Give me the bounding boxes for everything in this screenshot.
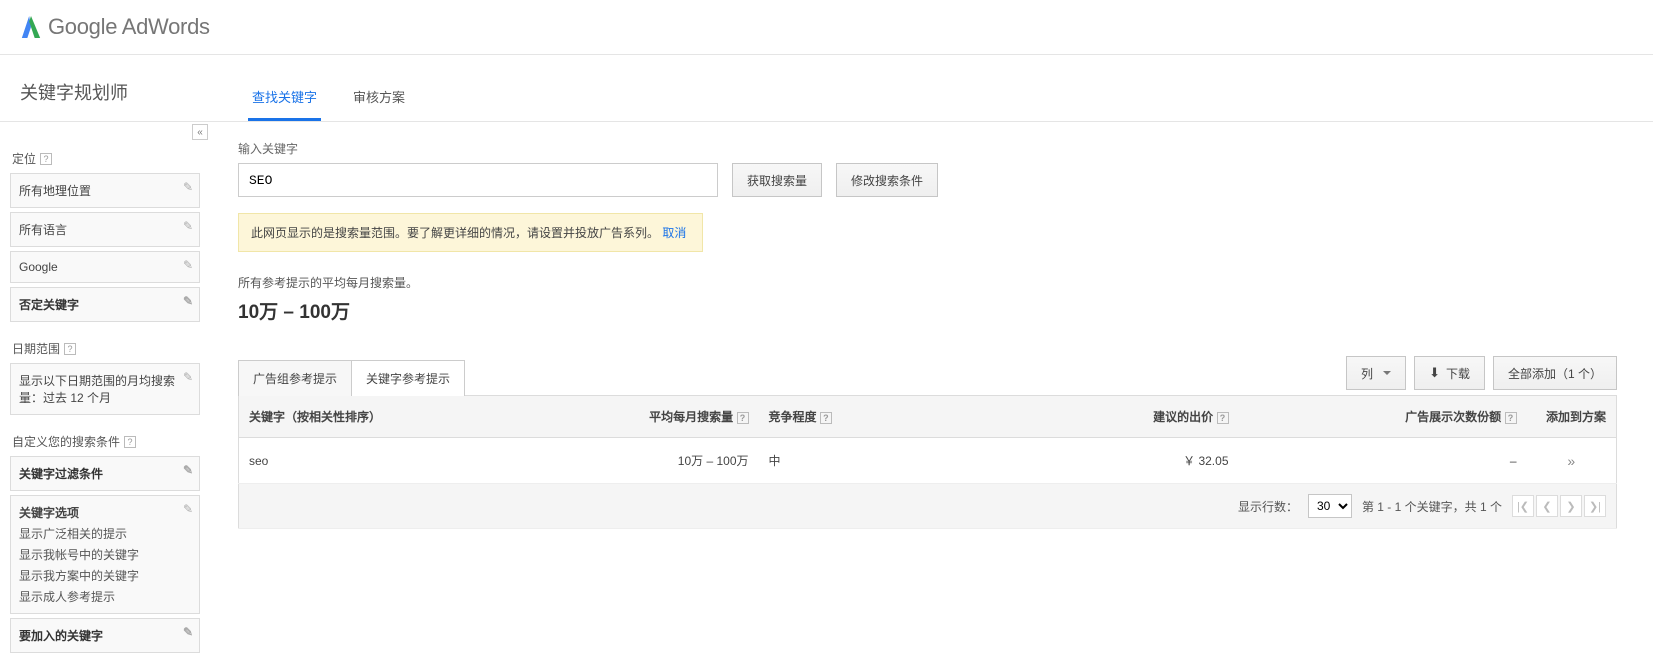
keyword-option-3: 显示我方案中的关键字 — [19, 567, 191, 584]
keyword-option-1: 显示广泛相关的提示 — [19, 525, 191, 542]
col-bid-text: 建议的出价 — [1153, 410, 1213, 424]
get-volume-button[interactable]: 获取搜索量 — [732, 163, 822, 197]
adwords-icon — [20, 14, 42, 40]
help-icon[interactable]: ? — [1505, 412, 1517, 424]
cell-avg: 10万 – 100万 — [599, 438, 759, 484]
rows-select[interactable]: 30 — [1308, 494, 1352, 518]
col-avg[interactable]: 平均每月搜索量 ? — [599, 396, 759, 438]
targeting-location-text: 所有地理位置 — [19, 184, 91, 198]
tab-review-plan[interactable]: 审核方案 — [349, 73, 409, 121]
col-impr[interactable]: 广告展示次数份额 ? — [1239, 396, 1527, 438]
include-keywords-card[interactable]: 要加入的关键字 ✎ — [10, 618, 200, 653]
targeting-network-text: Google — [19, 260, 58, 274]
targeting-label-text: 定位 — [12, 150, 36, 167]
keyword-table: 关键字（按相关性排序） 平均每月搜索量 ? 竞争程度 ? 建议的出价 ? 广告 — [238, 395, 1617, 529]
daterange-card[interactable]: 显示以下日期范围的月均搜索 量：过去 12 个月 ✎ — [10, 363, 200, 415]
tab-adgroup-ideas[interactable]: 广告组参考提示 — [238, 360, 352, 396]
cell-impr: – — [1239, 438, 1527, 484]
add-to-plan-icon: » — [1567, 453, 1575, 469]
col-add: 添加到方案 — [1527, 396, 1617, 438]
info-banner: 此网页显示的是搜索量范围。要了解更详细的情况，请设置并投放广告系列。 取消 — [238, 213, 703, 252]
result-tabs: 广告组参考提示 关键字参考提示 — [238, 360, 464, 396]
add-all-button[interactable]: 全部添加（1 个） — [1493, 356, 1617, 390]
negative-keywords[interactable]: 否定关键字 ✎ — [10, 287, 200, 322]
download-label: 下载 — [1446, 365, 1470, 382]
help-icon[interactable]: ? — [64, 343, 76, 355]
pencil-icon: ✎ — [183, 180, 193, 194]
cell-keyword: seo — [239, 438, 599, 484]
range-text: 第 1 - 1 个关键字，共 1 个 — [1362, 498, 1502, 515]
targeting-language[interactable]: 所有语言 ✎ — [10, 212, 200, 247]
brand-text: Google AdWords — [48, 14, 210, 40]
pencil-icon: ✎ — [183, 370, 193, 384]
avg-search-value: 10万 – 100万 — [238, 297, 1617, 324]
pencil-icon: ✎ — [183, 463, 193, 477]
download-icon: ⬇ — [1429, 365, 1440, 381]
col-keyword[interactable]: 关键字（按相关性排序） — [239, 396, 599, 438]
custom-label-text: 自定义您的搜索条件 — [12, 433, 120, 450]
help-icon[interactable]: ? — [40, 153, 52, 165]
targeting-location[interactable]: 所有地理位置 ✎ — [10, 173, 200, 208]
table-row: seo 10万 – 100万 中 ￥ 32.05 – » — [239, 438, 1617, 484]
daterange-line1: 显示以下日期范围的月均搜索 — [19, 374, 175, 388]
pencil-icon: ✎ — [183, 502, 193, 516]
keyword-options-card[interactable]: ✎ 关键字选项 显示广泛相关的提示 显示我帐号中的关键字 显示我方案中的关键字 … — [10, 495, 200, 614]
col-comp[interactable]: 竞争程度 ? — [759, 396, 1019, 438]
modify-search-button[interactable]: 修改搜索条件 — [836, 163, 938, 197]
section-targeting-label: 定位 ? — [12, 150, 200, 167]
avg-search-label: 所有参考提示的平均每月搜索量。 — [238, 274, 1617, 291]
rows-label: 显示行数： — [1238, 498, 1298, 515]
keyword-input[interactable] — [238, 163, 718, 197]
section-daterange-label: 日期范围 ? — [12, 340, 200, 357]
keyword-option-2: 显示我帐号中的关键字 — [19, 546, 191, 563]
include-keywords-text: 要加入的关键字 — [19, 629, 103, 643]
help-icon[interactable]: ? — [124, 436, 136, 448]
pager-last[interactable]: ❯| — [1584, 495, 1606, 517]
pencil-icon: ✎ — [183, 219, 193, 233]
col-bid[interactable]: 建议的出价 ? — [1019, 396, 1239, 438]
col-comp-text: 竞争程度 — [769, 410, 817, 424]
targeting-language-text: 所有语言 — [19, 223, 67, 237]
page-title: 关键字规划师 — [20, 55, 128, 121]
pencil-icon: ✎ — [183, 258, 193, 272]
table-footer: 显示行数： 30 第 1 - 1 个关键字，共 1 个 |❮ ❮ ❯ ❯| — [239, 484, 1617, 529]
content: 输入关键字 获取搜索量 修改搜索条件 此网页显示的是搜索量范围。要了解更详细的情… — [206, 122, 1653, 667]
help-icon[interactable]: ? — [1217, 412, 1229, 424]
subheader: 关键字规划师 查找关键字 审核方案 — [0, 55, 1653, 122]
col-impr-text: 广告展示次数份额 — [1405, 410, 1501, 424]
sidebar-collapse-button[interactable]: « — [192, 124, 208, 140]
keyword-option-4: 显示成人参考提示 — [19, 588, 191, 605]
targeting-network[interactable]: Google ✎ — [10, 251, 200, 283]
col-avg-text: 平均每月搜索量 — [649, 410, 733, 424]
brand-logo: Google AdWords — [20, 14, 210, 40]
keyword-input-label: 输入关键字 — [238, 140, 1617, 157]
tab-keyword-ideas[interactable]: 关键字参考提示 — [351, 360, 465, 396]
keyword-options-title: 关键字选项 — [19, 506, 79, 520]
section-custom-label: 自定义您的搜索条件 ? — [12, 433, 200, 450]
pencil-icon: ✎ — [183, 294, 193, 308]
sidebar: « 定位 ? 所有地理位置 ✎ 所有语言 ✎ Google ✎ 否定关键字 ✎ … — [0, 122, 206, 667]
keyword-filter-card[interactable]: 关键字过滤条件 ✎ — [10, 456, 200, 491]
help-icon[interactable]: ? — [820, 412, 832, 424]
cell-comp: 中 — [759, 438, 1019, 484]
app-header: Google AdWords — [0, 0, 1653, 55]
main-tabs: 查找关键字 审核方案 — [248, 73, 409, 121]
info-text: 此网页显示的是搜索量范围。要了解更详细的情况，请设置并投放广告系列。 — [251, 226, 659, 240]
daterange-line2: 量：过去 12 个月 — [19, 391, 111, 405]
pager: 显示行数： 30 第 1 - 1 个关键字，共 1 个 |❮ ❮ ❯ ❯| — [249, 494, 1606, 518]
help-icon[interactable]: ? — [737, 412, 749, 424]
keyword-filter-text: 关键字过滤条件 — [19, 467, 103, 481]
info-cancel-link[interactable]: 取消 — [662, 226, 686, 240]
columns-button[interactable]: 列 — [1346, 356, 1406, 390]
negative-keywords-text: 否定关键字 — [19, 298, 79, 312]
download-button[interactable]: ⬇ 下载 — [1414, 356, 1485, 390]
daterange-label-text: 日期范围 — [12, 340, 60, 357]
pencil-icon: ✎ — [183, 625, 193, 639]
pager-prev[interactable]: ❮ — [1536, 495, 1558, 517]
cell-bid: ￥ 32.05 — [1019, 438, 1239, 484]
pager-first[interactable]: |❮ — [1512, 495, 1534, 517]
cell-add[interactable]: » — [1527, 438, 1617, 484]
pager-next[interactable]: ❯ — [1560, 495, 1582, 517]
tab-find-keywords[interactable]: 查找关键字 — [248, 73, 321, 121]
